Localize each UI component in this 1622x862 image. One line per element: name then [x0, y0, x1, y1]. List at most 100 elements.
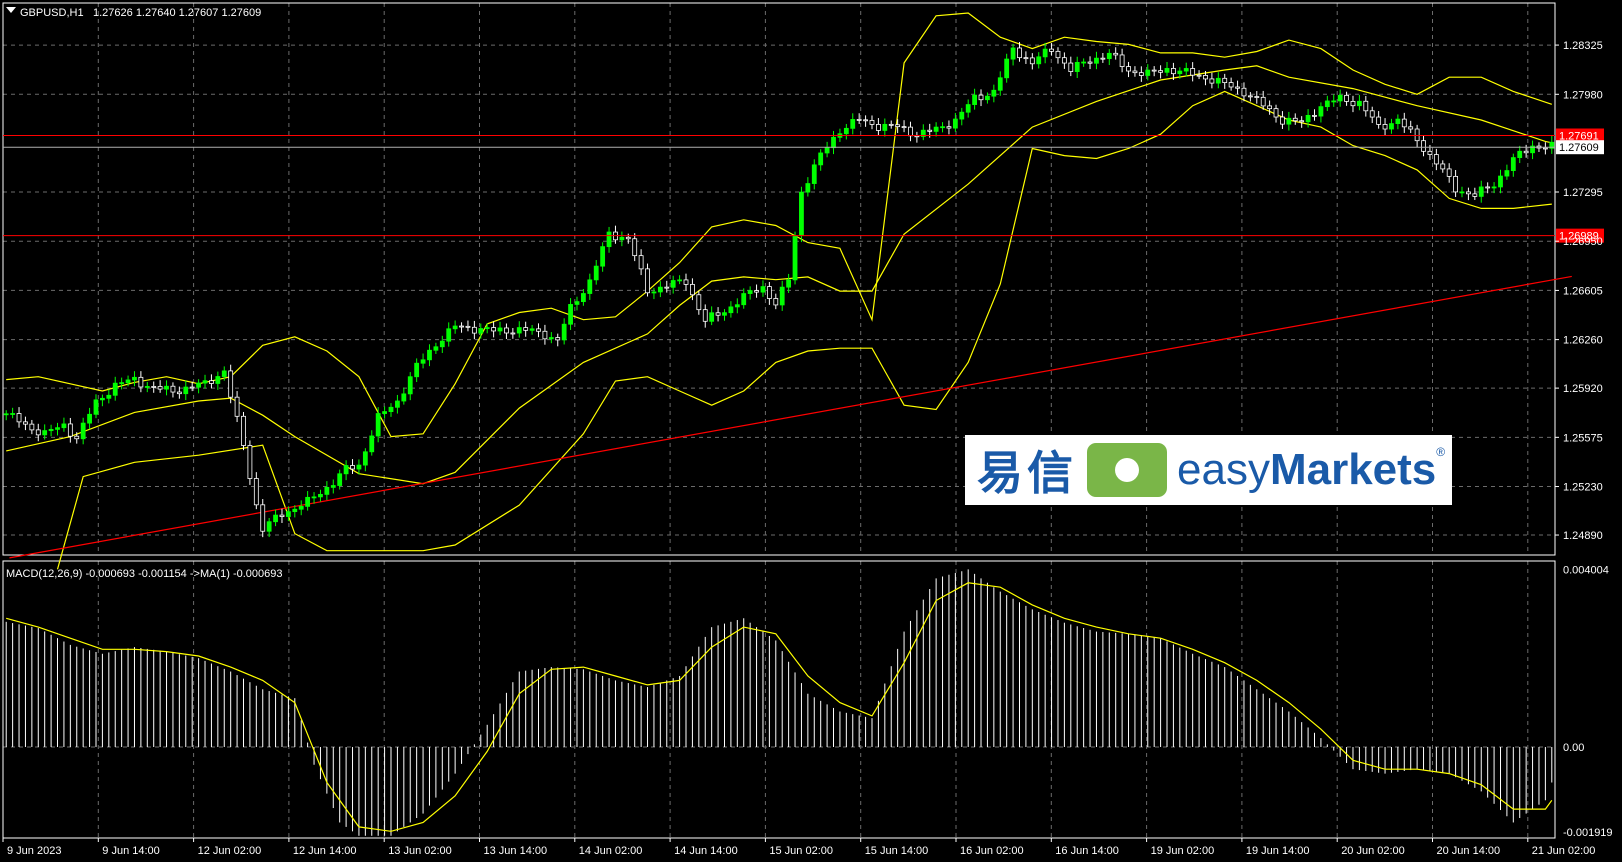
bear-candle [664, 286, 670, 289]
macd-signal-line [6, 582, 1553, 832]
symbol-menu-arrow-icon[interactable] [6, 7, 16, 13]
bull-candle [1356, 100, 1362, 107]
bull-candle [427, 349, 432, 361]
bull-candle [587, 279, 593, 294]
bull-candle [985, 95, 990, 101]
bear-candle [523, 327, 529, 331]
bull-candle [1395, 118, 1401, 124]
price-tick-label: 1.24890 [1563, 530, 1603, 542]
bull-candle [997, 77, 1003, 91]
bear-candle [260, 504, 266, 532]
bear-candle [1209, 78, 1215, 84]
bear-candle [1363, 100, 1369, 112]
bull-candle [112, 382, 118, 396]
bull-candle [266, 521, 272, 532]
bull-candle [741, 293, 747, 306]
bull-candle [164, 385, 169, 390]
bear-candle [1119, 54, 1125, 67]
time-tick-label: 19 Jun 14:00 [1246, 845, 1310, 857]
bull-candle [1164, 68, 1170, 73]
bull-candle [1183, 68, 1189, 72]
bear-candle [1376, 116, 1382, 125]
bull-candle [478, 328, 484, 334]
bear-candle [683, 279, 689, 285]
bear-candle [1427, 150, 1433, 155]
bull-candle [728, 306, 734, 314]
bear-candle [67, 423, 73, 437]
bull-candle [433, 346, 439, 351]
bull-candle [1305, 114, 1311, 123]
bull-candle [100, 397, 105, 401]
bull-candle [42, 430, 48, 436]
bull-candle [311, 496, 317, 499]
time-tick-label: 9 Jun 14:00 [102, 845, 160, 857]
bull-candle [215, 376, 221, 384]
bear-candle [632, 238, 638, 257]
bull-candle [606, 231, 612, 248]
bull-candle [670, 280, 676, 288]
bear-candle [241, 415, 246, 446]
bull-candle [1004, 58, 1010, 79]
bull-candle [1498, 175, 1503, 188]
bull-candle [484, 327, 490, 329]
time-tick-label: 19 Jun 02:00 [1151, 845, 1215, 857]
bear-candle [766, 286, 772, 299]
bull-candle [972, 94, 978, 105]
bull-candle [1510, 157, 1516, 171]
bear-candle [459, 325, 464, 328]
bull-candle [375, 413, 381, 437]
bear-candle [170, 385, 176, 393]
time-tick-label: 15 Jun 14:00 [865, 845, 929, 857]
bear-candle [1158, 70, 1163, 73]
bear-candle [1453, 175, 1458, 193]
price-tick-label: 1.27980 [1563, 89, 1603, 101]
bull-candle [183, 386, 189, 395]
bear-candle [29, 423, 35, 431]
bull-candle [991, 89, 997, 97]
bear-candle [946, 126, 952, 129]
bear-candle [876, 123, 881, 131]
bull-candle [292, 508, 298, 513]
bull-candle [940, 126, 945, 129]
bull-candle [799, 191, 804, 237]
bear-candle [1254, 96, 1260, 98]
time-tick-label: 9 Jun 2023 [7, 845, 61, 857]
bull-candle [1491, 186, 1497, 189]
bollinger-upper-line [6, 12, 1552, 438]
chart-header-symbol: GBPUSD,H1 [20, 7, 84, 19]
bear-candle [927, 129, 933, 132]
bull-candle [318, 493, 323, 498]
bull-candle [824, 147, 830, 154]
price-axis: 1.24890 1.25230 1.25575 1.25920 1.26260 1.266… [1555, 40, 1613, 839]
bear-candle [1100, 57, 1106, 60]
bull-candle [1081, 61, 1087, 64]
bear-candle [978, 94, 984, 101]
bear-candle [702, 309, 708, 322]
chart-canvas[interactable]: 1.276911.269891.27609 1.248901.252301.25… [0, 0, 1622, 862]
bull-candle [786, 279, 792, 288]
bear-candle [247, 445, 253, 479]
bear-candle [1228, 82, 1234, 88]
time-tick-label: 20 Jun 14:00 [1437, 845, 1501, 857]
bull-candle [125, 379, 131, 384]
bear-candle [1401, 118, 1407, 128]
macd-indicator [5, 569, 1553, 836]
bull-candle [273, 514, 278, 523]
bear-candle [504, 327, 509, 334]
bull-candle [516, 327, 522, 334]
price-tick-label: 1.26260 [1563, 335, 1603, 347]
bull-candle [61, 423, 67, 429]
time-tick-label: 16 Jun 14:00 [1055, 845, 1119, 857]
bull-candle [414, 362, 420, 378]
bear-candle [1523, 150, 1529, 154]
bull-candle [401, 393, 407, 402]
bull-candle [843, 127, 849, 135]
bear-candle [138, 376, 144, 388]
chart-header-quotes: 1.27626 1.27640 1.27607 1.27609 [93, 7, 261, 19]
bear-candle [625, 236, 631, 240]
bear-candle [471, 326, 477, 334]
bull-candle [965, 104, 971, 113]
logo-mark-icon [1087, 443, 1167, 497]
time-tick-label: 16 Jun 02:00 [960, 845, 1024, 857]
bull-candle [760, 286, 766, 293]
